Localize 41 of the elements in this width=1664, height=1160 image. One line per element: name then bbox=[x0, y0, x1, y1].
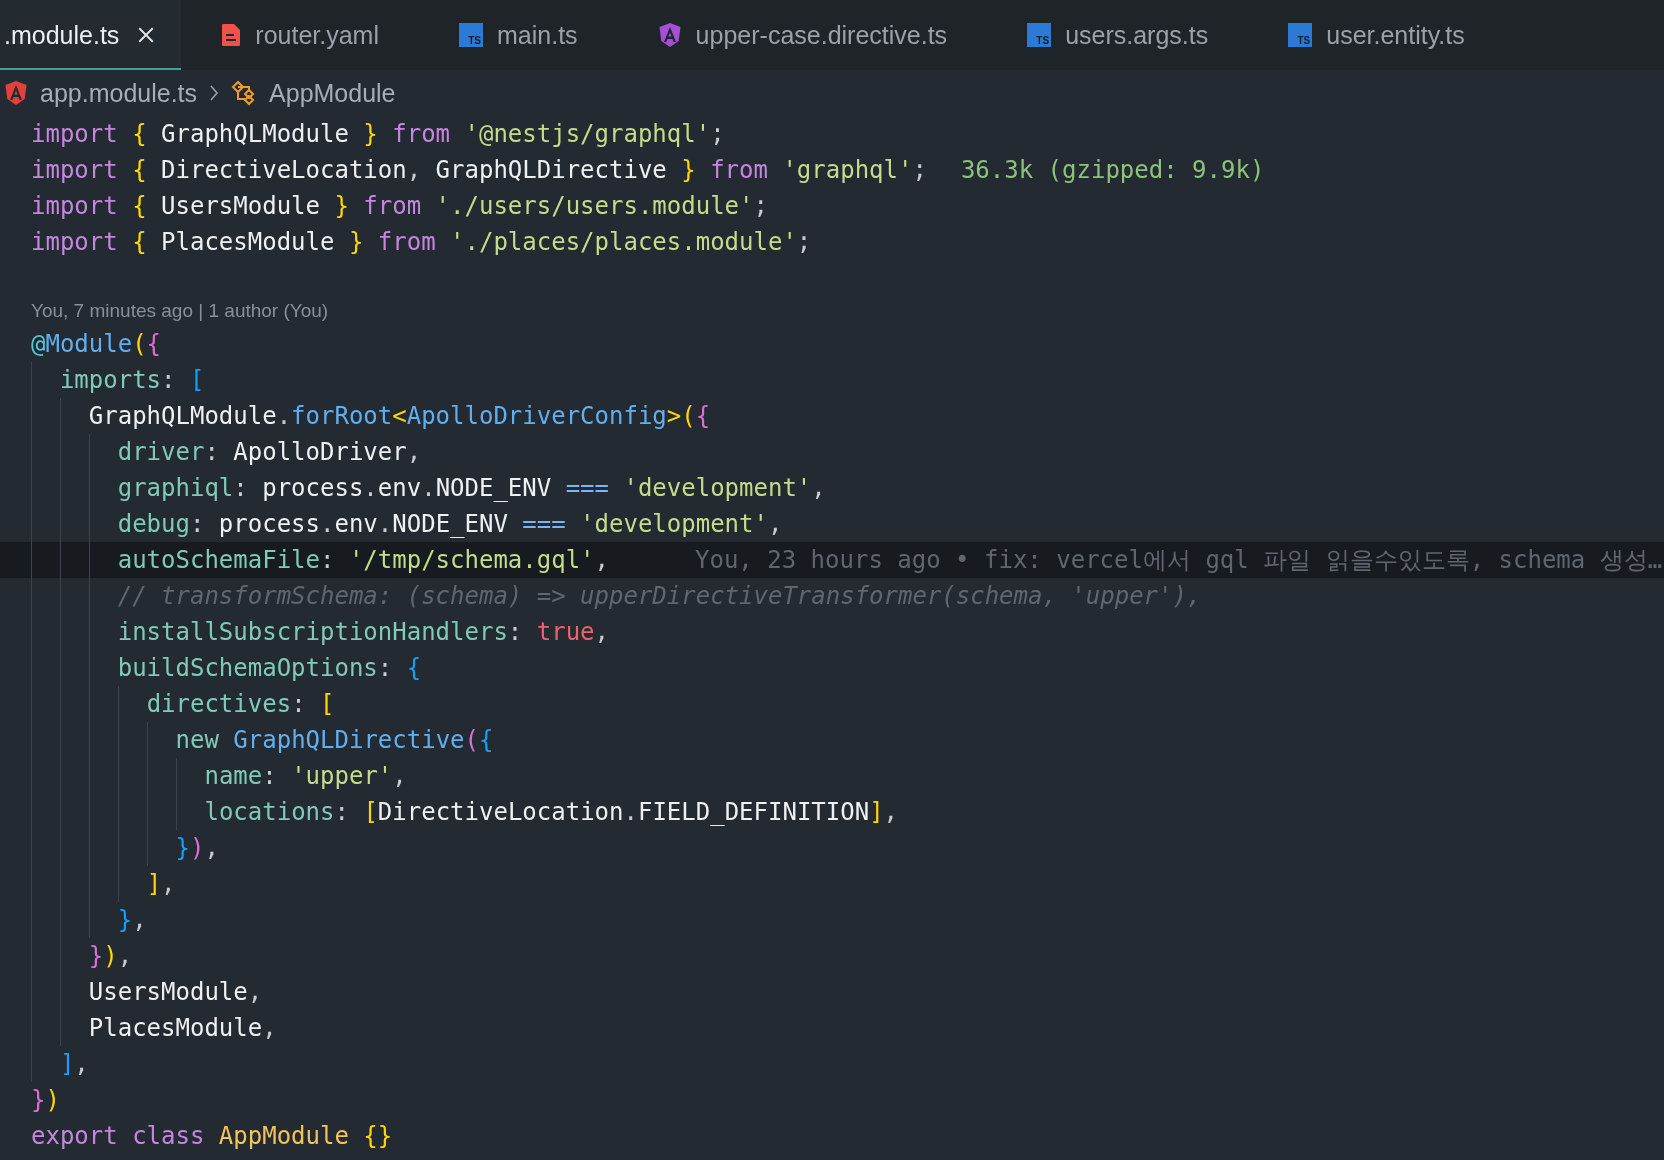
breadcrumb-item[interactable]: app.module.ts bbox=[40, 78, 198, 108]
code-line: import { DirectiveLocation, GraphQLDirective } from 'graphql'; 36.3k (gzipped: 9.9k) bbox=[30, 155, 1266, 186]
code-line: graphiql: process.env.NODE_ENV === 'development', bbox=[0, 470, 1664, 506]
editor-tab[interactable]: TS user.entity.ts bbox=[1248, 0, 1505, 70]
code-line: installSubscriptionHandlers: true, bbox=[0, 614, 1664, 650]
code-line: }), bbox=[0, 938, 1664, 974]
code-line: }), bbox=[0, 830, 1664, 866]
breadcrumb-item[interactable]: AppModule bbox=[269, 78, 396, 108]
code-line: locations: [DirectiveLocation.FIELD_DEFINITION], bbox=[0, 794, 1664, 830]
code-line: driver: ApolloDriver, bbox=[0, 434, 1664, 470]
close-icon[interactable] bbox=[137, 26, 156, 44]
typescript-icon: TS bbox=[459, 23, 483, 47]
code-line: directives: [ bbox=[0, 686, 1664, 722]
code-line: // transformSchema: (schema) => upperDirectiveTransformer(schema, 'upper'), bbox=[0, 578, 1664, 614]
code-line: buildSchemaOptions: { bbox=[0, 650, 1664, 686]
code-line: }) bbox=[30, 1085, 61, 1116]
code-line: @Module({ bbox=[30, 329, 163, 360]
code-line: import { PlacesModule } from './places/places.module'; bbox=[30, 227, 813, 258]
code-line: name: 'upper', bbox=[0, 758, 1664, 794]
editor-tab[interactable]: router.yaml bbox=[181, 0, 419, 70]
code-line: }, bbox=[0, 902, 1664, 938]
codelens-text[interactable]: You, 7 minutes ago | 1 author (You) bbox=[31, 300, 329, 322]
chevron-right-icon bbox=[209, 84, 220, 102]
code-line: new GraphQLDirective({ bbox=[0, 722, 1664, 758]
typescript-icon: TS bbox=[1288, 23, 1313, 47]
document-icon bbox=[221, 23, 242, 47]
editor-tab[interactable]: TS main.ts bbox=[419, 0, 618, 70]
code-line: ], bbox=[0, 1046, 1664, 1082]
editor-tab[interactable]: .module.ts bbox=[0, 0, 182, 70]
code-line: imports: [ bbox=[0, 362, 1664, 398]
code-line: ], bbox=[0, 866, 1664, 902]
editor-tab[interactable]: upper-case.directive.ts bbox=[617, 0, 988, 70]
code-line: import { UsersModule } from './users/users.module'; bbox=[30, 191, 769, 222]
editor-tab[interactable]: TS users.args.ts bbox=[987, 0, 1249, 70]
code-line: import { GraphQLModule } from '@nestjs/graphql'; bbox=[30, 119, 726, 150]
code-line: UsersModule, bbox=[0, 974, 1664, 1010]
code-line: debug: process.env.NODE_ENV === 'development', bbox=[0, 506, 1664, 542]
code-line: GraphQLModule.forRoot<ApolloDriverConfig>({ bbox=[0, 398, 1664, 434]
typescript-icon: TS bbox=[1027, 23, 1052, 47]
code-line: export class AppModule {} bbox=[30, 1121, 394, 1152]
code-line: PlacesModule, bbox=[0, 1010, 1664, 1046]
